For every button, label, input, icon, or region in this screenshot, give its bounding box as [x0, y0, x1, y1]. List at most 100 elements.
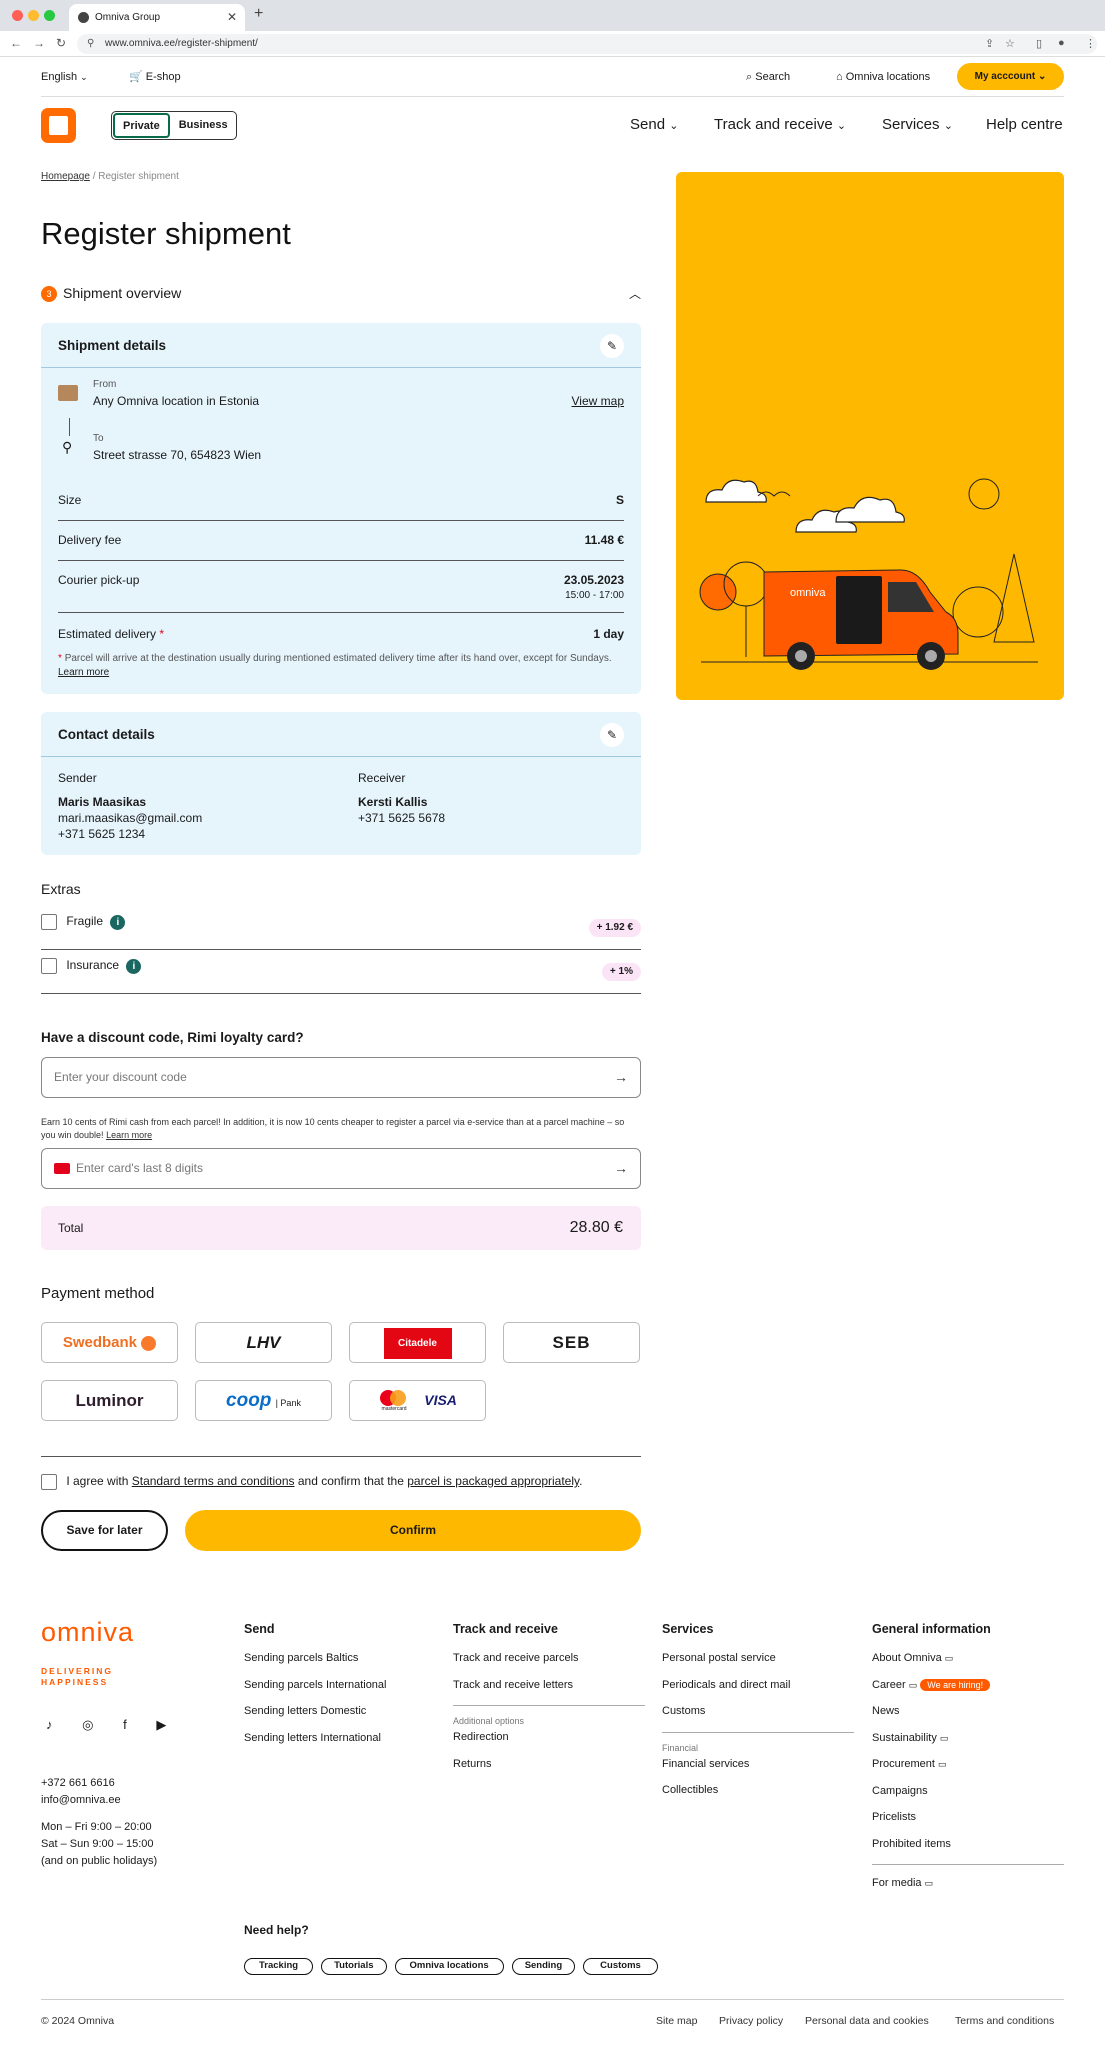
close-window-icon[interactable]	[12, 10, 23, 21]
profile-icon[interactable]: ●	[1058, 37, 1065, 49]
terms-link[interactable]: Standard terms and conditions	[132, 1474, 295, 1488]
rimi-card-input[interactable]: Enter card's last 8 digits →	[41, 1148, 641, 1189]
arrow-right-icon[interactable]: →	[614, 1149, 628, 1188]
url-input[interactable]: ⚲ www.omniva.ee/register-shipment/	[77, 34, 1097, 54]
business-tab[interactable]: Business	[171, 112, 236, 139]
note-learn-more[interactable]: Learn more	[58, 667, 109, 678]
insurance-checkbox[interactable]	[41, 958, 57, 974]
back-icon[interactable]: ←	[10, 36, 22, 50]
edit-shipment-icon[interactable]: ✎	[600, 334, 624, 358]
footer-link[interactable]: Personal postal service	[662, 1652, 854, 1679]
locations-link[interactable]: ⌂ Omniva locations	[836, 57, 930, 97]
footer-tagline: DELIVERING HAPPINESS	[41, 1666, 113, 1687]
info-icon[interactable]: i	[110, 914, 126, 930]
external-link-icon: ▭	[939, 1732, 949, 1743]
footer-link[interactable]: Customs	[662, 1705, 854, 1732]
sidebar-icon[interactable]: ▯	[1036, 37, 1042, 50]
card-option[interactable]: mastercard VISA	[349, 1380, 486, 1421]
eshop-link[interactable]: 🛒 E-shop	[129, 57, 181, 97]
swedbank-option[interactable]: Swedbank	[41, 1322, 178, 1363]
contact-details-card: Contact details ✎ Sender Maris Maasikas …	[41, 712, 641, 855]
rimi-learn-more[interactable]: Learn more	[106, 1130, 152, 1140]
bottom-link[interactable]: Privacy policy	[719, 2015, 783, 2027]
shipment-overview-toggle[interactable]: 3 Shipment overview ︿	[41, 285, 641, 309]
footer-link[interactable]: Sending parcels Baltics	[244, 1652, 386, 1679]
discount-input[interactable]: Enter your discount code →	[41, 1057, 641, 1098]
menu-help[interactable]: Help centre	[986, 104, 1063, 146]
footer-email[interactable]: info@omniva.ee	[41, 1792, 157, 1809]
menu-services[interactable]: Services ⌄	[882, 104, 953, 147]
search-button[interactable]: ⌕ Search	[746, 57, 790, 97]
footer-phone[interactable]: +372 661 6616	[41, 1775, 157, 1792]
lhv-option[interactable]: LHV	[195, 1322, 332, 1363]
minimize-window-icon[interactable]	[28, 10, 39, 21]
edit-contact-icon[interactable]: ✎	[600, 723, 624, 747]
footer-link[interactable]: Prohibited items	[872, 1838, 1064, 1865]
save-for-later-button[interactable]: Save for later	[41, 1510, 168, 1551]
footer-link[interactable]: Track and receive parcels	[453, 1652, 645, 1679]
help-tag[interactable]: Omniva locations	[394, 1958, 504, 1975]
confirm-button[interactable]: Confirm	[185, 1510, 641, 1551]
new-tab-icon[interactable]: +	[254, 5, 263, 23]
my-account-button[interactable]: My acccount ⌄	[957, 63, 1064, 90]
facebook-icon[interactable]: f	[123, 1717, 127, 1732]
footer-link[interactable]: Collectibles	[662, 1784, 854, 1811]
footer-link[interactable]: Returns	[453, 1758, 645, 1785]
footer-logo[interactable]: omniva	[41, 1617, 134, 1648]
footer-link[interactable]: Track and receive letters	[453, 1679, 645, 1706]
footer-link[interactable]: Career ▭ We are hiring!	[872, 1678, 1064, 1706]
info-icon[interactable]: i	[126, 958, 142, 974]
footer-link[interactable]: Redirection	[453, 1731, 645, 1758]
view-map-link[interactable]: View map	[572, 394, 624, 408]
footer-link[interactable]: About Omniva ▭	[872, 1652, 1064, 1679]
footer-link[interactable]: For media ▭	[872, 1864, 1064, 1889]
seb-option[interactable]: SEB	[503, 1322, 640, 1363]
footer-link[interactable]: Sending parcels International	[244, 1679, 386, 1706]
forward-icon[interactable]: →	[33, 36, 45, 50]
instagram-icon[interactable]: ◎	[82, 1717, 93, 1732]
footer-link[interactable]: Campaigns	[872, 1785, 1064, 1812]
close-tab-icon[interactable]: ✕	[227, 4, 237, 31]
footer-link[interactable]: Sending letters Domestic	[244, 1705, 386, 1732]
bookmark-star-icon[interactable]: ☆	[1005, 37, 1015, 50]
browser-menu-icon[interactable]: ⋮	[1085, 37, 1096, 50]
luminor-option[interactable]: Luminor	[41, 1380, 178, 1421]
shipment-details-title: Shipment details	[41, 323, 641, 368]
footer-link[interactable]: Sustainability ▭	[872, 1732, 1064, 1759]
menu-send[interactable]: Send ⌄	[630, 104, 678, 147]
share-icon[interactable]: ⇪	[985, 37, 994, 50]
breadcrumb-home[interactable]: Homepage	[41, 171, 90, 182]
omniva-logo[interactable]	[41, 108, 76, 143]
footer-link[interactable]: Periodicals and direct mail	[662, 1679, 854, 1706]
agree-checkbox[interactable]	[41, 1474, 57, 1490]
arrow-right-icon[interactable]: →	[614, 1058, 628, 1097]
maximize-window-icon[interactable]	[44, 10, 55, 21]
citadele-option[interactable]: Citadele	[349, 1322, 486, 1363]
help-tag[interactable]: Tutorials	[321, 1958, 387, 1975]
footer-link[interactable]: Financial services	[662, 1758, 854, 1785]
footer-link[interactable]: News	[872, 1705, 1064, 1732]
reload-icon[interactable]: ↻	[56, 36, 66, 50]
bottom-link[interactable]: Site map	[656, 2015, 697, 2027]
footer-link[interactable]: Procurement ▭	[872, 1758, 1064, 1785]
coop-option[interactable]: coop | Pank	[195, 1380, 332, 1421]
youtube-icon[interactable]: ▶	[156, 1717, 166, 1732]
menu-track[interactable]: Track and receive ⌄	[714, 104, 846, 147]
help-tag[interactable]: Customs	[583, 1958, 658, 1975]
footer-link[interactable]: Pricelists	[872, 1811, 1064, 1838]
fragile-checkbox[interactable]	[41, 914, 57, 930]
to-row: ⚲ To Street strasse 70, 654823 Wien	[58, 433, 624, 473]
help-tag[interactable]: Tracking	[244, 1958, 314, 1975]
private-tab[interactable]: Private	[113, 113, 170, 138]
bottom-link[interactable]: Terms and conditions	[955, 2015, 1054, 2027]
site-info-icon[interactable]: ⚲	[87, 34, 94, 54]
chevron-up-icon[interactable]: ︿	[629, 285, 641, 302]
bottom-link[interactable]: Personal data and cookies	[805, 2015, 929, 2027]
packaged-link[interactable]: parcel is packaged appropriately	[407, 1474, 579, 1488]
browser-tab[interactable]: Omniva Group ✕	[69, 4, 245, 31]
footer-link[interactable]: Sending letters International	[244, 1732, 386, 1759]
hiring-badge[interactable]: We are hiring!	[920, 1678, 991, 1691]
help-tag[interactable]: Sending	[511, 1958, 576, 1975]
language-select[interactable]: English ⌄	[41, 57, 88, 97]
tiktok-icon[interactable]: ♪	[46, 1717, 53, 1732]
